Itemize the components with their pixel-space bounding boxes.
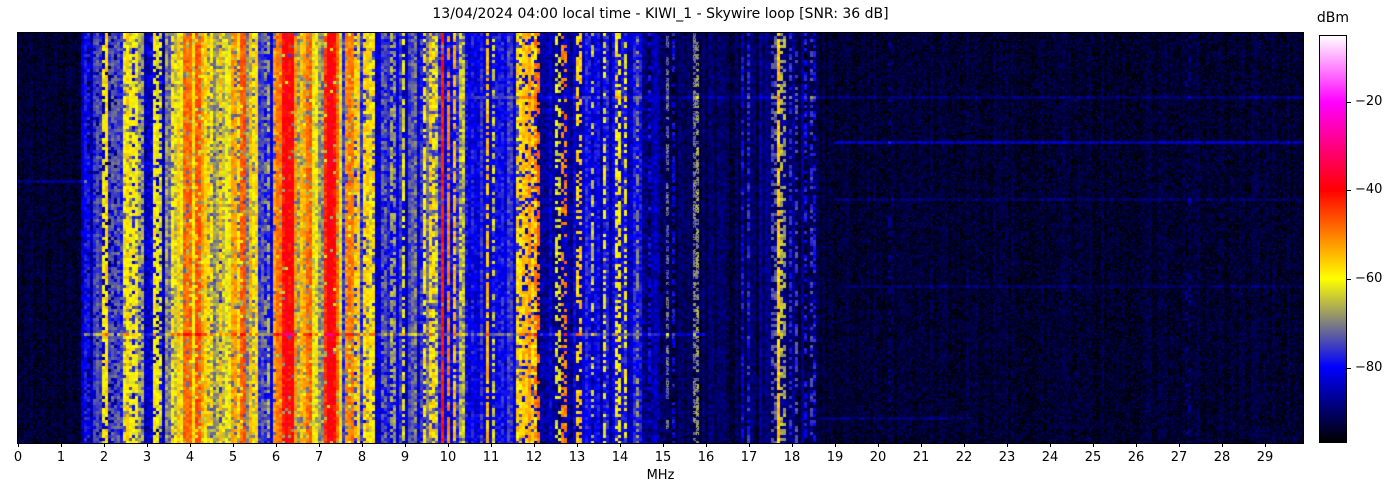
x-tick-label: 2 <box>99 450 109 465</box>
x-tick-label: 11 <box>482 450 500 465</box>
x-tick-label: 14 <box>611 450 629 465</box>
x-tick <box>835 443 836 447</box>
x-tick-label: 15 <box>654 450 672 465</box>
x-tick-label: 21 <box>912 450 930 465</box>
colorbar-tick <box>1347 190 1351 191</box>
x-tick-label: 27 <box>1170 450 1188 465</box>
x-tick <box>319 443 320 447</box>
x-tick-label: 24 <box>1041 450 1059 465</box>
x-tick <box>534 443 535 447</box>
x-tick <box>1222 443 1223 447</box>
x-tick <box>190 443 191 447</box>
x-tick-label: 17 <box>740 450 758 465</box>
x-tick <box>878 443 879 447</box>
x-tick <box>1093 443 1094 447</box>
colorbar-tick-label: −20 <box>1355 94 1383 109</box>
x-tick-label: 23 <box>998 450 1016 465</box>
waterfall-canvas <box>18 33 1303 443</box>
x-tick-label: 12 <box>525 450 543 465</box>
plot-title: 13/04/2024 04:00 local time - KIWI_1 - S… <box>432 6 889 22</box>
x-tick <box>147 443 148 447</box>
colorbar-tick-label: −40 <box>1355 182 1383 197</box>
x-tick <box>233 443 234 447</box>
x-tick-label: 26 <box>1127 450 1145 465</box>
x-tick-label: 6 <box>271 450 281 465</box>
x-tick <box>1265 443 1266 447</box>
colorbar-tick <box>1347 279 1351 280</box>
x-tick-label: 22 <box>955 450 973 465</box>
x-tick-label: 13 <box>568 450 586 465</box>
x-tick <box>405 443 406 447</box>
x-tick <box>104 443 105 447</box>
x-tick <box>1007 443 1008 447</box>
x-tick <box>1050 443 1051 447</box>
colorbar-tick-label: −60 <box>1355 271 1383 286</box>
x-tick <box>792 443 793 447</box>
x-tick-label: 28 <box>1213 450 1231 465</box>
x-tick-label: 29 <box>1256 450 1274 465</box>
colorbar-tick <box>1347 368 1351 369</box>
x-tick-label: 18 <box>783 450 801 465</box>
x-tick <box>749 443 750 447</box>
x-tick-label: 0 <box>13 450 23 465</box>
x-tick <box>362 443 363 447</box>
x-tick-label: 19 <box>826 450 844 465</box>
x-tick <box>1179 443 1180 447</box>
x-tick <box>276 443 277 447</box>
x-tick <box>620 443 621 447</box>
x-tick-label: 3 <box>142 450 152 465</box>
x-tick <box>577 443 578 447</box>
x-tick-label: 20 <box>869 450 887 465</box>
x-tick-label: 4 <box>185 450 195 465</box>
x-tick-label: 5 <box>228 450 238 465</box>
spectrogram-figure: 13/04/2024 04:00 local time - KIWI_1 - S… <box>0 0 1400 500</box>
x-tick-label: 8 <box>357 450 367 465</box>
x-tick-label: 16 <box>697 450 715 465</box>
colorbar-tick-label: −80 <box>1355 360 1383 375</box>
colorbar-tick <box>1347 102 1351 103</box>
x-tick-label: 7 <box>314 450 324 465</box>
x-tick <box>491 443 492 447</box>
x-tick <box>18 443 19 447</box>
colorbar <box>1319 35 1347 443</box>
x-tick <box>706 443 707 447</box>
x-tick-label: 1 <box>56 450 66 465</box>
x-tick <box>921 443 922 447</box>
x-tick-label: 25 <box>1084 450 1102 465</box>
x-tick-label: 10 <box>439 450 457 465</box>
colorbar-unit-label: dBm <box>1316 10 1350 26</box>
x-tick-label: 9 <box>400 450 410 465</box>
waterfall-plot <box>17 32 1304 444</box>
x-tick <box>61 443 62 447</box>
x-tick <box>964 443 965 447</box>
x-tick <box>448 443 449 447</box>
x-tick <box>663 443 664 447</box>
x-tick <box>1136 443 1137 447</box>
x-axis-label: MHz <box>646 468 675 483</box>
